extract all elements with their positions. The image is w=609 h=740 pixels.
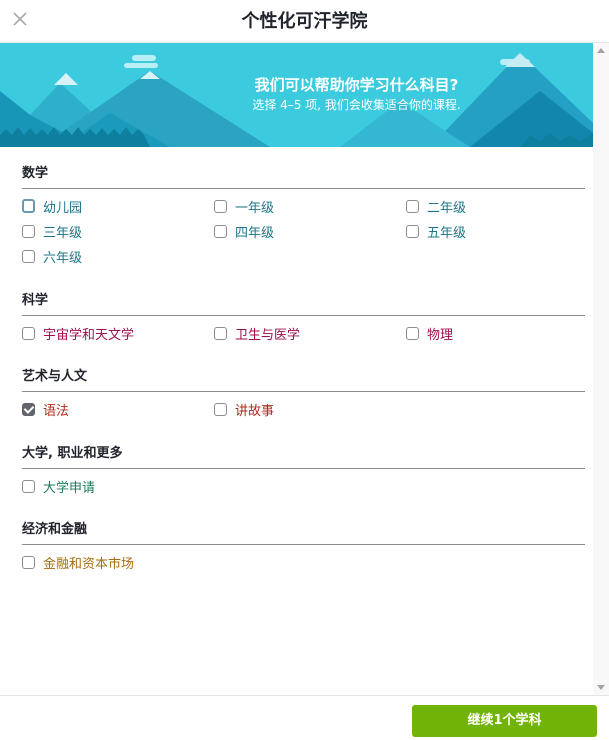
section-divider (22, 391, 585, 392)
option-grade-3[interactable]: 三年级 (22, 221, 82, 241)
option-health-medicine[interactable]: 卫生与医学 (214, 323, 300, 343)
checkbox[interactable] (22, 555, 35, 569)
option-label: 五年级 (427, 225, 467, 241)
mountain-illustration (0, 43, 593, 147)
checkbox[interactable] (22, 479, 35, 493)
option-label: 金融和资本市场 (43, 556, 135, 572)
continue-button[interactable]: 继续1个学科 (412, 705, 597, 737)
checkbox[interactable] (214, 326, 227, 340)
scroll-down-arrow-icon[interactable] (597, 685, 605, 690)
option-cosmology[interactable]: 宇宙学和天文学 (22, 323, 134, 343)
section-divider (22, 188, 585, 189)
checkbox[interactable] (22, 249, 35, 263)
banner-subtitle: 选择 4–5 项, 我们会收集适合你的课程. (252, 98, 461, 112)
option-kindergarten[interactable]: 幼儿园 (22, 196, 82, 216)
scroll-area[interactable]: 我们可以帮助你学习什么科目? 选择 4–5 项, 我们会收集适合你的课程. 数学… (0, 43, 609, 695)
section-title: 大学, 职业和更多 (22, 446, 123, 461)
option-label: 宇宙学和天文学 (43, 327, 135, 343)
section-divider (22, 544, 585, 545)
section-divider (22, 468, 585, 469)
option-label: 卫生与医学 (235, 327, 301, 343)
section-economics: 经济和金融 (22, 520, 585, 545)
option-label: 一年级 (235, 200, 275, 216)
option-grade-2[interactable]: 二年级 (406, 196, 466, 216)
section-math: 数学 (22, 164, 585, 189)
option-label: 物理 (427, 327, 454, 343)
section-title: 数学 (22, 166, 49, 181)
option-physics[interactable]: 物理 (406, 323, 453, 343)
option-college-admissions[interactable]: 大学申请 (22, 476, 95, 496)
option-label: 二年级 (427, 200, 467, 216)
section-science: 科学 (22, 291, 585, 316)
checkbox-checked[interactable] (22, 402, 35, 416)
checkbox[interactable] (22, 224, 35, 238)
checkbox[interactable] (406, 326, 419, 340)
option-grade-6[interactable]: 六年级 (22, 246, 82, 266)
section-title: 经济和金融 (22, 522, 88, 537)
checkbox[interactable] (214, 224, 227, 238)
option-grammar[interactable]: 语法 (22, 399, 69, 419)
checkbox[interactable] (214, 402, 227, 416)
option-label: 幼儿园 (43, 200, 83, 216)
section-arts: 艺术与人文 (22, 367, 585, 392)
checkbox[interactable] (214, 199, 227, 213)
scroll-up-arrow-icon[interactable] (597, 48, 605, 53)
checkbox[interactable] (22, 326, 35, 340)
modal-header: 个性化可汗学院 (0, 0, 609, 43)
mountain-banner: 我们可以帮助你学习什么科目? 选择 4–5 项, 我们会收集适合你的课程. (0, 43, 593, 147)
option-grade-5[interactable]: 五年级 (406, 221, 466, 241)
option-label: 大学申请 (43, 480, 96, 496)
modal-footer: 继续1个学科 (0, 695, 609, 740)
option-label: 三年级 (43, 225, 83, 241)
section-divider (22, 315, 585, 316)
option-grade-4[interactable]: 四年级 (214, 221, 274, 241)
banner-title: 我们可以帮助你学习什么科目? (254, 76, 459, 94)
section-college: 大学, 职业和更多 (22, 444, 585, 469)
checkbox[interactable] (22, 199, 35, 213)
option-label: 六年级 (43, 250, 83, 266)
option-grade-1[interactable]: 一年级 (214, 196, 274, 216)
section-title: 艺术与人文 (22, 369, 88, 384)
option-label: 四年级 (235, 225, 275, 241)
content: 我们可以帮助你学习什么科目? 选择 4–5 项, 我们会收集适合你的课程. 数学… (0, 43, 593, 695)
option-label: 讲故事 (235, 403, 275, 419)
section-title: 科学 (22, 293, 49, 308)
option-finance-capital-markets[interactable]: 金融和资本市场 (22, 552, 134, 572)
page-title: 个性化可汗学院 (241, 11, 368, 32)
option-label: 语法 (43, 403, 70, 419)
vertical-scrollbar[interactable] (593, 43, 609, 695)
option-storytelling[interactable]: 讲故事 (214, 399, 274, 419)
checkbox[interactable] (406, 199, 419, 213)
checkbox[interactable] (406, 224, 419, 238)
